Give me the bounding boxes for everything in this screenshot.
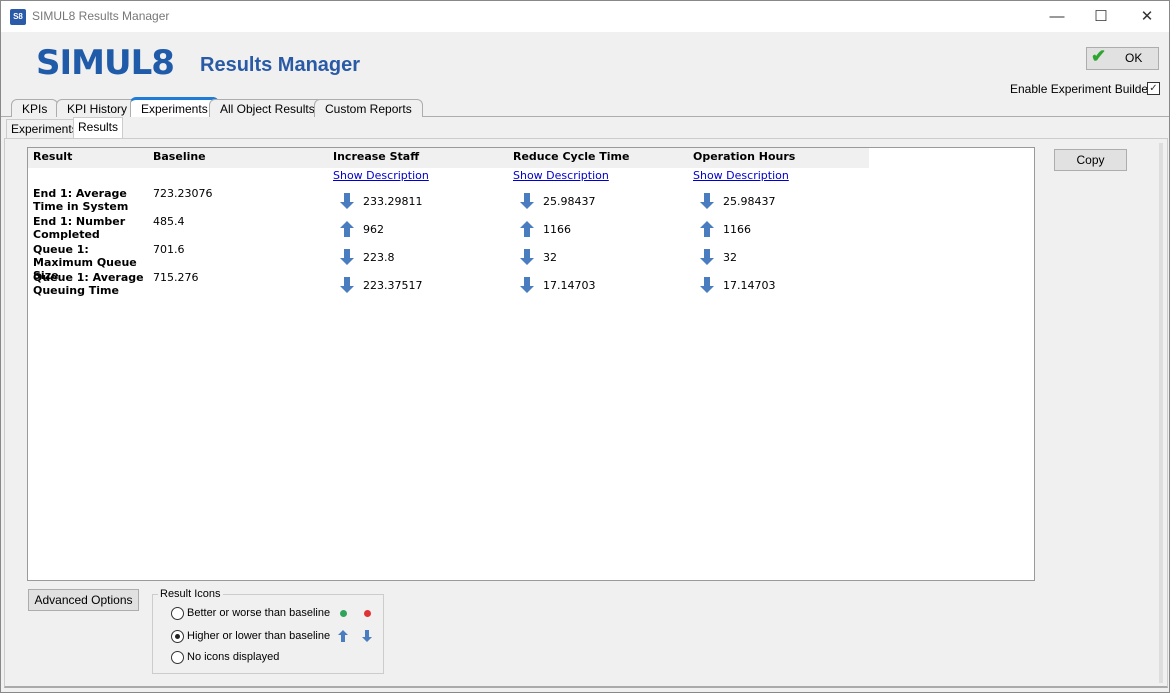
- copy-button[interactable]: Copy: [1054, 149, 1127, 171]
- ok-label: OK: [1125, 51, 1143, 65]
- header-baseline: Baseline: [153, 150, 206, 163]
- arrow-up-icon: [700, 221, 714, 237]
- page-title: Results Manager: [200, 54, 361, 76]
- arrow-down-icon: [700, 193, 714, 209]
- arrow-down-icon: [340, 249, 354, 265]
- radio-label: Better or worse than baseline: [187, 607, 331, 619]
- green-dot-icon: [340, 610, 347, 617]
- radio-label: No icons displayed: [187, 651, 280, 663]
- experiment-value: 25.98437: [543, 195, 596, 208]
- experiment-value: 1166: [723, 223, 751, 236]
- results-grid: [27, 147, 1035, 581]
- arrow-down-icon: [340, 193, 354, 209]
- red-dot-icon: [364, 610, 371, 617]
- close-button[interactable]: ✕: [1124, 5, 1170, 29]
- header-operation-hours: Operation Hours: [693, 150, 796, 163]
- arrow-down-icon: [700, 249, 714, 265]
- maximize-button[interactable]: ☐: [1078, 5, 1124, 29]
- arrow-up-icon: [520, 221, 534, 237]
- tab-all-object-results[interactable]: All Object Results: [209, 99, 326, 117]
- experiment-value: 17.14703: [543, 279, 596, 292]
- header-increase-staff: Increase Staff: [333, 150, 420, 163]
- experiment-value: 32: [723, 251, 737, 264]
- ok-button[interactable]: ✔ OK: [1086, 46, 1159, 70]
- title-bar: [1, 1, 1169, 32]
- radio-label: Higher or lower than baseline: [187, 630, 331, 642]
- arrow-up-icon: [340, 221, 354, 237]
- header-result: Result: [33, 150, 73, 163]
- header-reduce-cycle-time: Reduce Cycle Time: [513, 150, 630, 163]
- experiment-value: 223.8: [363, 251, 395, 264]
- subtab-experiments[interactable]: Experiments: [6, 119, 83, 138]
- checkmark-icon: ✔: [1091, 46, 1107, 66]
- experiment-value: 233.29811: [363, 195, 423, 208]
- minimize-button[interactable]: —: [1034, 5, 1080, 29]
- tab-custom-reports[interactable]: Custom Reports: [314, 99, 423, 117]
- tab-kpis[interactable]: KPIs: [11, 99, 59, 117]
- result-icons-title: Result Icons: [158, 588, 223, 600]
- tab-experiments[interactable]: Experiments: [130, 97, 219, 117]
- row-label: Queue 1: Average Queuing Time: [33, 271, 144, 297]
- baseline-value: 715.276: [153, 271, 199, 284]
- row-label: End 1: Average Time in System: [33, 187, 129, 213]
- experiment-value: 1166: [543, 223, 571, 236]
- advanced-options-button[interactable]: Advanced Options: [28, 589, 139, 611]
- experiment-value: 32: [543, 251, 557, 264]
- experiment-value: 25.98437: [723, 195, 776, 208]
- enable-experiment-builder-checkbox[interactable]: ✓: [1147, 82, 1160, 95]
- vertical-scrollbar[interactable]: [1159, 143, 1163, 683]
- enable-experiment-builder-label: Enable Experiment Builder: [1010, 82, 1153, 96]
- radio-no-icons[interactable]: [171, 651, 184, 664]
- radio-higher-lower[interactable]: [171, 630, 184, 643]
- arrow-down-icon: [520, 193, 534, 209]
- subtab-results[interactable]: Results: [73, 117, 124, 138]
- show-description-link[interactable]: Show Description: [513, 169, 609, 182]
- arrow-up-icon: [338, 630, 348, 642]
- experiment-value: 17.14703: [723, 279, 776, 292]
- arrow-down-icon: [520, 277, 534, 293]
- arrow-down-icon: [520, 249, 534, 265]
- baseline-value: 485.4: [153, 215, 185, 228]
- experiment-value: 962: [363, 223, 384, 236]
- baseline-value: 701.6: [153, 243, 185, 256]
- arrow-down-icon: [700, 277, 714, 293]
- show-description-link[interactable]: Show Description: [333, 169, 429, 182]
- simul8-logo: SIMUL8: [36, 43, 175, 83]
- radio-better-worse[interactable]: [171, 607, 184, 620]
- tab-kpi-history[interactable]: KPI History: [56, 99, 139, 117]
- row-label: End 1: Number Completed: [33, 215, 126, 241]
- window-title: SIMUL8 Results Manager: [32, 9, 170, 23]
- app-icon: S8: [10, 9, 26, 25]
- arrow-down-icon: [340, 277, 354, 293]
- arrow-down-icon: [362, 630, 372, 642]
- experiment-value: 223.37517: [363, 279, 423, 292]
- show-description-link[interactable]: Show Description: [693, 169, 789, 182]
- baseline-value: 723.23076: [153, 187, 213, 200]
